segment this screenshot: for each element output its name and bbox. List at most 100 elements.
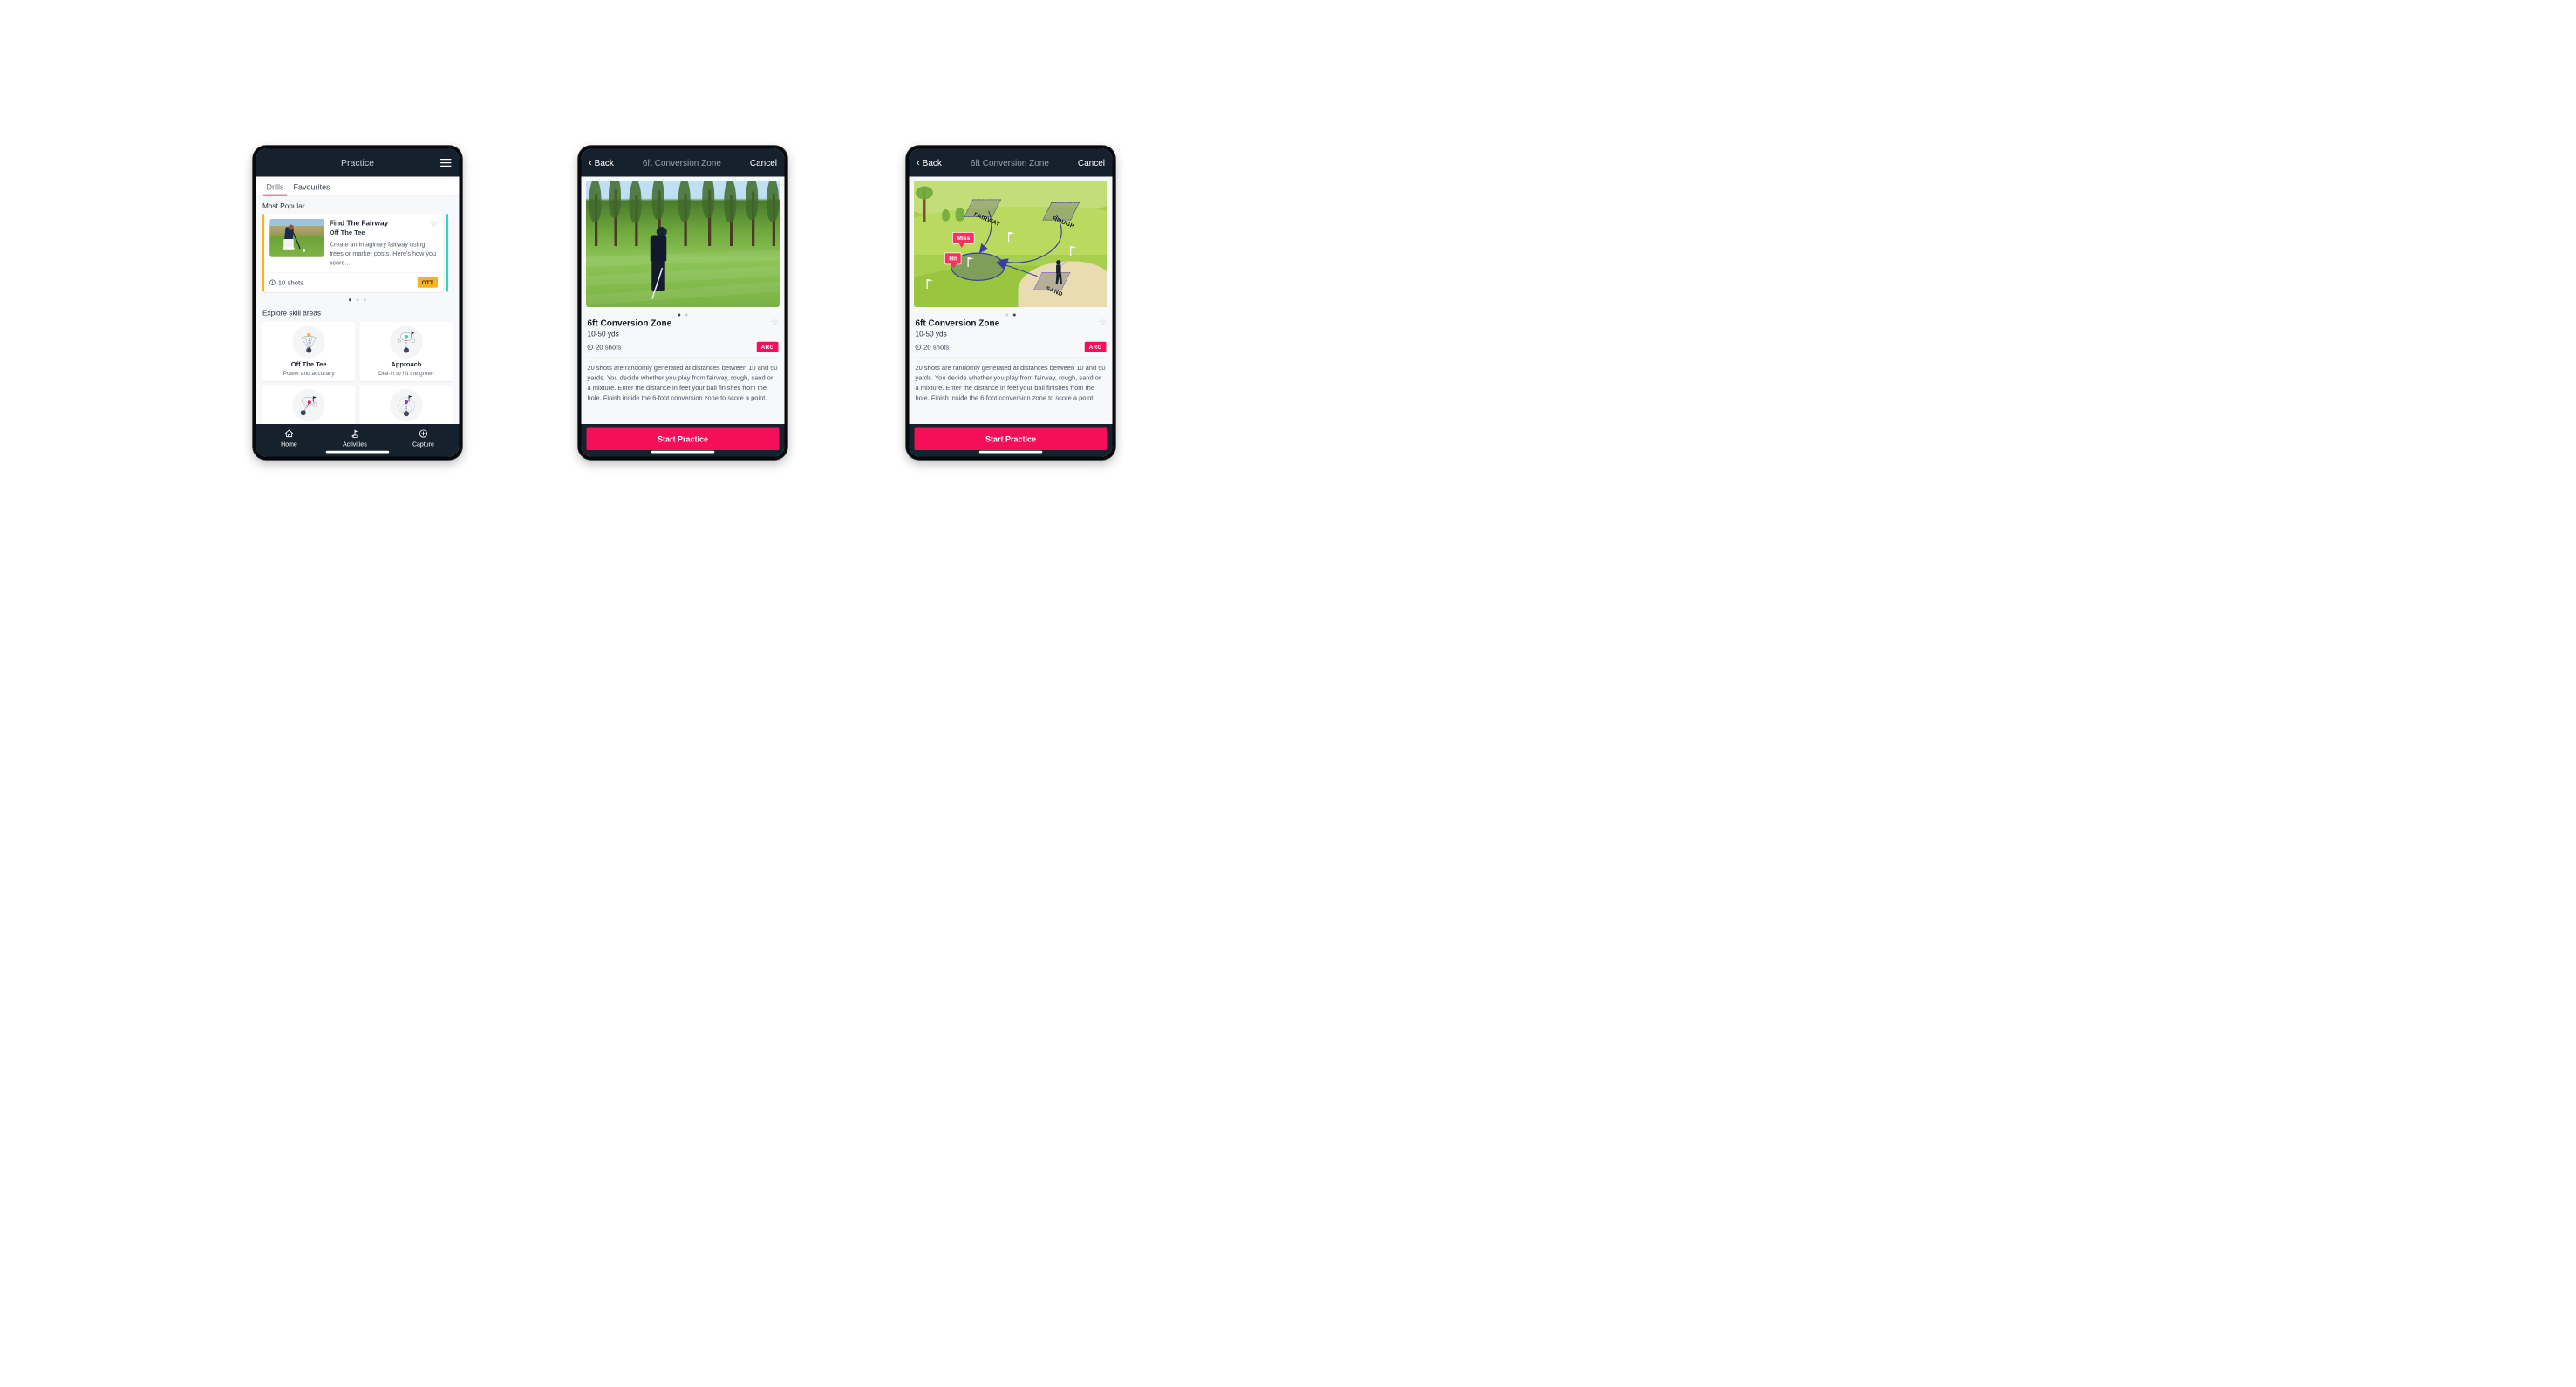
back-button[interactable]: ‹ Back (589, 158, 614, 167)
bottom-navigation: Home Activities Capture (256, 424, 460, 457)
cancel-button[interactable]: Cancel (750, 158, 777, 167)
chip-around-green-icon (292, 389, 325, 422)
skill-subtitle: Dial-in to hit the green (378, 369, 434, 377)
screenshot-stage: Practice Drills Favourites Most Popular (0, 0, 2576, 1387)
section-explore-skill-areas: Explore skill areas (262, 308, 321, 318)
plus-circle-icon (419, 429, 427, 438)
drill-category: Off The Tee (329, 229, 365, 236)
tab-bar: Drills Favourites (256, 176, 460, 196)
start-practice-button[interactable]: Start Practice (914, 427, 1107, 450)
nav-header: ‹ Back 6ft Conversion Zone Cancel (581, 148, 785, 177)
tee-shot-dispersion-icon (292, 325, 325, 359)
skill-area-grid: Off The Tee Power and accuracy Approach … (256, 320, 460, 424)
skill-badge-ott: OTT (417, 277, 438, 288)
carousel-dot[interactable] (364, 298, 366, 302)
home-indicator (978, 450, 1043, 454)
drill-description: 20 shots are randomly generated at dista… (587, 364, 778, 401)
drill-name: Find The Fairway (329, 219, 389, 228)
drill-yardage: 10-50 yds (587, 329, 619, 338)
practice-content: Most Popular ☆ Find The Fairway Off The … (256, 196, 460, 424)
drill-card-next-peek[interactable] (446, 214, 452, 292)
carousel-dot[interactable] (1012, 313, 1016, 317)
nav-item-capture[interactable]: Capture (412, 429, 434, 448)
home-indicator (651, 450, 715, 454)
skill-card-putting[interactable]: Putting Make and lag practice (359, 385, 453, 424)
star-outline-icon[interactable]: ☆ (1099, 318, 1107, 327)
nav-label: Capture (412, 441, 434, 448)
section-most-popular: Most Popular (262, 202, 305, 210)
drill-yardage: 10-50 yds (915, 329, 947, 338)
nav-title: 6ft Conversion Zone (970, 157, 1049, 167)
cta-footer: Start Practice (581, 424, 785, 457)
back-button[interactable]: ‹ Back (917, 158, 942, 167)
carousel-dot[interactable] (349, 298, 351, 302)
drill-meta: 6ft Conversion Zone 10-50 yds ☆ 20 shots… (582, 318, 785, 352)
golf-flag-icon (351, 429, 358, 439)
skill-badge-arg: ARG (1084, 341, 1107, 352)
putting-rings-icon (390, 389, 423, 422)
drill-hero-photo[interactable] (586, 181, 780, 307)
home-indicator (325, 450, 390, 454)
star-outline-icon[interactable]: ☆ (771, 318, 779, 327)
star-outline-icon[interactable]: ☆ (430, 219, 438, 228)
drill-detail-title: 6ft Conversion Zone (915, 318, 1000, 328)
cta-footer: Start Practice (909, 424, 1113, 457)
phone-mockup-drill-detail-illustration: ‹ Back 6ft Conversion Zone Cancel FAIRWA… (906, 146, 1743, 1387)
skill-card-approach[interactable]: Approach Dial-in to hit the green (359, 321, 453, 382)
drill-shots-label: 20 shots (596, 343, 622, 352)
carousel-dot[interactable] (678, 313, 681, 317)
drill-shots-label: 10 shots (277, 278, 304, 286)
drill-description: Create an imaginary fairway using trees … (329, 241, 437, 267)
clock-icon (269, 279, 276, 285)
drill-meta: 6ft Conversion Zone 10-50 yds ☆ 20 shots… (910, 318, 1113, 352)
back-label: Back (594, 157, 614, 167)
page-title: Practice (341, 157, 374, 168)
miss-callout: Miss (952, 232, 975, 248)
home-icon (284, 429, 294, 438)
skill-badge-arg: ARG (756, 341, 779, 352)
clock-icon (915, 344, 921, 351)
drill-shots: 20 shots (587, 343, 622, 352)
app-header: Practice (256, 148, 460, 177)
skill-card-around-the-green[interactable]: Around The Green Hone your short game (262, 385, 356, 424)
back-label: Back (922, 157, 942, 167)
drill-carousel[interactable]: ☆ Find The Fairway Off The Tee Create an… (256, 214, 460, 292)
tab-drills[interactable]: Drills (262, 177, 289, 196)
tab-favourites[interactable]: Favourites (289, 177, 335, 196)
hero-carousel-dots[interactable] (910, 307, 1113, 318)
skill-card-off-the-tee[interactable]: Off The Tee Power and accuracy (262, 321, 356, 382)
golfer-in-bunker-icon (1055, 259, 1069, 284)
start-practice-button[interactable]: Start Practice (586, 427, 780, 450)
drill-detail-body: 6ft Conversion Zone 10-50 yds ☆ 20 shots… (581, 176, 785, 424)
drill-detail-title: 6ft Conversion Zone (587, 318, 672, 328)
carousel-dot[interactable] (685, 313, 688, 317)
drill-description: 20 shots are randomly generated at dista… (915, 364, 1106, 401)
chevron-left-icon: ‹ (917, 157, 920, 168)
drill-shots: 10 shots (269, 278, 303, 286)
nav-item-home[interactable]: Home (281, 429, 297, 448)
hit-callout: Hit (944, 252, 962, 269)
shot-trajectory-arrows (978, 210, 1062, 277)
hamburger-menu-icon[interactable] (440, 159, 452, 167)
drill-hero-illustration[interactable]: FAIRWAY ROUGH SAND Miss Hit (914, 181, 1107, 307)
nav-label: Home (281, 441, 297, 448)
drill-card[interactable]: ☆ Find The Fairway Off The Tee Create an… (262, 214, 443, 292)
nav-title: 6ft Conversion Zone (642, 157, 721, 167)
skill-title: Approach (391, 360, 422, 368)
nav-item-activities[interactable]: Activities (343, 429, 367, 448)
cancel-button[interactable]: Cancel (1078, 158, 1105, 167)
nav-label: Activities (343, 441, 367, 448)
hero-carousel-dots[interactable] (582, 307, 785, 318)
carousel-dot[interactable] (1005, 313, 1009, 317)
drill-shots-label: 20 shots (923, 343, 950, 352)
carousel-dot[interactable] (356, 298, 359, 302)
drill-thumbnail (269, 219, 324, 257)
clock-icon (587, 344, 593, 351)
approach-green-icon (390, 325, 423, 359)
skill-title: Off The Tee (290, 360, 327, 368)
carousel-dots[interactable] (256, 292, 460, 304)
nav-header: ‹ Back 6ft Conversion Zone Cancel (909, 148, 1113, 177)
drill-detail-body: FAIRWAY ROUGH SAND Miss Hit 6ft Conversi… (909, 176, 1113, 424)
skill-subtitle: Power and accuracy (283, 369, 335, 377)
drill-shots: 20 shots (915, 343, 950, 352)
